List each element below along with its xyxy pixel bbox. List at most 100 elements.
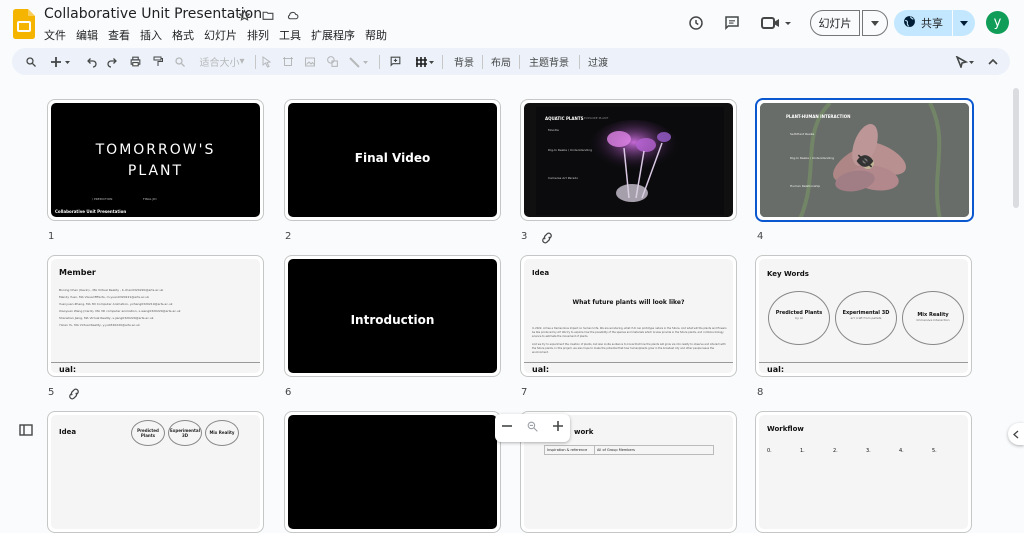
slide7-paragraph2: And we try to experiment the creation of… [532, 343, 726, 354]
add-comment-icon[interactable] [386, 48, 404, 75]
slide-thumbnail-10[interactable] [284, 411, 501, 533]
frame-icon[interactable] [280, 48, 296, 75]
slide-number: 3 [521, 231, 528, 242]
document-title[interactable]: Collaborative Unit Presentation [44, 6, 262, 22]
link-icon[interactable] [67, 385, 81, 404]
slide12-step0: 0. [767, 448, 772, 454]
select-cursor-icon[interactable] [259, 48, 275, 75]
slide12-step1: 1. [800, 448, 805, 454]
share-button[interactable]: 共享 [894, 10, 952, 36]
slide-thumbnail-5[interactable]: Member Boning Chen (Kevin) , MA Virtual … [47, 255, 264, 377]
menu-tools[interactable]: 工具 [279, 27, 301, 43]
slide1-footer: Collaborative Unit Presentation [55, 209, 127, 214]
print-icon[interactable] [126, 48, 144, 75]
slide3-bullet3: Cameras Art Parado [548, 176, 579, 180]
slide5-title: Member [59, 268, 96, 277]
redo-icon[interactable] [104, 48, 120, 75]
line-icon[interactable] [346, 48, 372, 75]
slide-thumbnail-8[interactable]: Key Words Predicted Plants by AI Experim… [755, 255, 972, 377]
slideshow-button[interactable]: 幻灯片 [810, 10, 860, 36]
slide3-bullet1: Moodle [548, 128, 559, 132]
menu-file[interactable]: 文件 [44, 27, 66, 43]
slide4-bullet1: Self-Plant Realia [790, 132, 815, 136]
zoom-select[interactable]: 适合大小 ▾ [194, 48, 250, 75]
slide-thumbnail-7[interactable]: Idea What future plants will look like? … [520, 255, 737, 377]
menu-slide[interactable]: 幻灯片 [204, 27, 237, 43]
zoom-icon[interactable] [172, 48, 188, 75]
slide-thumbnail-6[interactable]: Introduction [284, 255, 501, 377]
link-icon[interactable] [540, 229, 554, 248]
cloud-saved-icon[interactable] [284, 7, 300, 23]
slide3-subtitle: EXPLORE PLANT [584, 116, 609, 120]
menu-insert[interactable]: 插入 [140, 27, 162, 43]
slide11-title: work [574, 428, 594, 436]
slide-number: 2 [285, 231, 292, 242]
slide12-step5: 5. [932, 448, 937, 454]
undo-icon[interactable] [84, 48, 100, 75]
show-filmstrip-icon[interactable] [19, 421, 33, 440]
slide-number: 4 [757, 231, 764, 242]
paint-format-icon[interactable] [149, 48, 167, 75]
slide-number: 7 [521, 387, 528, 398]
slide4-bullet2: Dig-In Realia / Understanding [790, 156, 835, 160]
menu-arrange[interactable]: 排列 [247, 27, 269, 43]
side-panel-toggle-icon[interactable] [1008, 423, 1024, 445]
menu-extensions[interactable]: 扩展程序 [311, 27, 355, 43]
slide1-title-line2: PLANT [127, 163, 184, 179]
zoom-out-minus-icon[interactable] [501, 420, 513, 436]
slide-number: 5 [48, 387, 55, 398]
slide5-member6: Yixian Yu, MA Virtual Reality, y.yu03202… [59, 323, 140, 327]
image-icon[interactable] [302, 48, 318, 75]
slide11-cell2: All of Group Members [597, 448, 635, 452]
slide-thumbnail-3[interactable]: AQUATIC PLANTS EXPLORE PLANT Moodle Dig-… [520, 99, 737, 221]
zoom-magnifier-icon[interactable] [526, 420, 539, 437]
slide1-title-line1: TOMORROW'S [95, 142, 216, 158]
search-menus-icon[interactable] [22, 48, 40, 75]
collapse-menu-icon[interactable] [984, 48, 1002, 75]
new-slide-icon[interactable] [48, 48, 74, 75]
slide7-paragraph1: In 2022, AI has a tremendous impact on h… [532, 327, 727, 338]
slide5-member3: Yuanyuan Zhang, MA 3D Computer Animation… [59, 302, 173, 306]
menu-help[interactable]: 帮助 [365, 27, 387, 43]
zoom-in-plus-icon[interactable] [552, 420, 564, 436]
menu-format[interactable]: 格式 [172, 27, 194, 43]
slideshow-dropdown-icon[interactable] [862, 10, 888, 36]
share-dropdown-icon[interactable] [953, 10, 975, 36]
move-folder-icon[interactable] [260, 7, 276, 23]
slide-thumbnail-12[interactable]: Workflow 0. 1. 2. 3. 4. 5. [755, 411, 972, 533]
slide-thumbnail-1[interactable]: TOMORROW'S PLANT / PREDICTION FINAL JID … [47, 99, 264, 221]
slide9-circle1: Predicted Plants [131, 420, 165, 446]
slide-thumbnail-4[interactable]: PLANT-HUMAN INTERACTION Self-Plant Reali… [755, 98, 974, 222]
slide-thumbnail-2[interactable]: Final Video [284, 99, 501, 221]
share-label: 共享 [921, 17, 943, 30]
avatar[interactable]: y [986, 11, 1009, 34]
vertical-scrollbar[interactable] [1013, 88, 1019, 208]
history-icon[interactable] [687, 9, 705, 37]
slide8-circle2-sub: art craft from pellets [850, 316, 882, 320]
slide2-title: Final Video [354, 151, 431, 165]
menu-view[interactable]: 查看 [108, 27, 130, 43]
video-call-icon[interactable] [760, 9, 792, 37]
theme-button[interactable]: 主题背景 [524, 48, 574, 75]
slide8-circle3-sub: Immersive Interaction [916, 318, 950, 322]
layout-button[interactable]: 布局 [487, 48, 515, 75]
slide12-step3: 3. [866, 448, 871, 454]
star-icon[interactable] [236, 7, 252, 23]
slide4-title: PLANT-HUMAN INTERACTION [786, 114, 851, 119]
slide5-ual-logo: ual: [59, 365, 77, 373]
zoom-label: 适合大小 [199, 58, 240, 69]
slide11-cell1: Inspiration & reference [545, 446, 595, 454]
background-button[interactable]: 背景 [450, 48, 478, 75]
menu-edit[interactable]: 编辑 [76, 27, 98, 43]
arrange-icon[interactable] [413, 48, 437, 75]
comment-icon[interactable] [723, 9, 741, 37]
transition-button[interactable]: 过渡 [584, 48, 612, 75]
shape-icon[interactable] [324, 48, 340, 75]
slide-thumbnail-9[interactable]: Idea Predicted Plants Experimental 3D Mi… [47, 411, 264, 533]
slide-number: 6 [285, 387, 292, 398]
slides-logo-icon[interactable] [13, 9, 35, 39]
slide7-title: Idea [532, 269, 550, 277]
pointer-mode-icon[interactable] [952, 48, 980, 75]
slide9-circle2: Experimental 3D [168, 420, 202, 446]
slide9-circle3: Mix Reality [205, 420, 239, 446]
